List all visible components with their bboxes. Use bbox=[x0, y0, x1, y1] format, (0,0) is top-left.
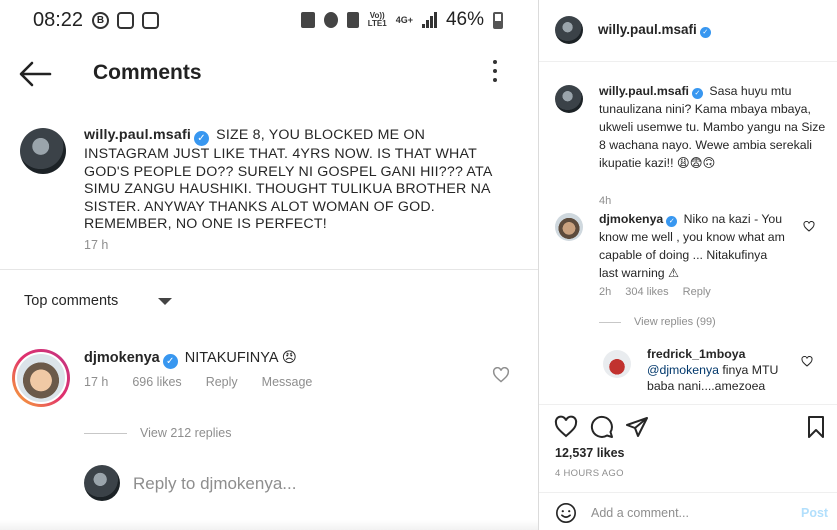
volte-indicator: Vo)) LTE1 bbox=[367, 11, 387, 28]
comment-time: 2h bbox=[599, 286, 612, 298]
post-actions: 12,537 likes 4 HOURS AGO bbox=[539, 404, 837, 492]
message-button[interactable]: Message bbox=[262, 375, 313, 389]
heart-icon[interactable] bbox=[803, 221, 815, 232]
signal-icon bbox=[421, 12, 437, 28]
reply-button[interactable]: Reply bbox=[206, 375, 238, 389]
heart-icon[interactable] bbox=[554, 415, 578, 439]
verified-icon: ✓ bbox=[194, 131, 210, 146]
comment-time: 17 h bbox=[84, 375, 109, 389]
sort-dropdown[interactable]: Top comments bbox=[24, 293, 118, 309]
post-header: willy.paul.msafi ✓ bbox=[539, 0, 837, 62]
add-comment-input[interactable]: Add a comment... bbox=[591, 506, 689, 520]
caption-time: 17 h bbox=[84, 238, 109, 252]
reply-input[interactable]: Reply to djmokenya... bbox=[133, 474, 296, 494]
caption-text-block: willy.paul.msafi ✓ SIZE 8, YOU BLOCKED ME… bbox=[84, 127, 514, 234]
verified-icon: ✓ bbox=[162, 354, 178, 369]
post-time: 4 HOURS AGO bbox=[555, 468, 624, 479]
mute-icon bbox=[346, 12, 359, 28]
verified-icon: ✓ bbox=[666, 216, 678, 227]
avatar[interactable] bbox=[555, 85, 583, 113]
caption-time: 4h bbox=[599, 195, 612, 207]
next-comment-edge bbox=[0, 520, 538, 530]
divider-line bbox=[84, 432, 127, 434]
battery-percent: 46% bbox=[445, 9, 484, 30]
post-sidebar: willy.paul.msafi ✓ willy.paul.msafi ✓ Sasa… bbox=[538, 0, 837, 530]
divider-line bbox=[599, 321, 621, 323]
view-replies-toggle[interactable]: View 212 replies bbox=[84, 426, 232, 440]
view-replies-label: View 212 replies bbox=[140, 426, 232, 440]
reply-text-block: fredrick_1mboya @djmokenya finya MTU bab… bbox=[647, 346, 787, 394]
avatar[interactable] bbox=[12, 349, 70, 407]
caption-username[interactable]: willy.paul.msafi bbox=[84, 127, 191, 143]
share-icon[interactable] bbox=[625, 415, 649, 439]
heart-icon[interactable] bbox=[801, 356, 813, 367]
post-caption: willy.paul.msafi ✓ SIZE 8, YOU BLOCKED ME… bbox=[0, 118, 538, 270]
page-title: Comments bbox=[93, 61, 202, 84]
comment-text: NITAKUFINYA 😠 bbox=[184, 350, 297, 366]
reply-username[interactable]: fredrick_1mboya bbox=[647, 347, 745, 361]
bookmark-icon[interactable] bbox=[804, 415, 828, 439]
header-username-wrap: willy.paul.msafi ✓ bbox=[598, 22, 714, 38]
reply-composer: Reply to djmokenya... bbox=[0, 462, 538, 506]
likes-count[interactable]: 12,537 likes bbox=[555, 446, 625, 460]
avatar[interactable] bbox=[555, 213, 583, 241]
comment-text-block: djmokenya ✓ NITAKUFINYA 😠 bbox=[84, 350, 297, 369]
bitcoin-icon: B bbox=[92, 12, 109, 29]
avatar[interactable] bbox=[20, 128, 66, 174]
comment-meta: 2h 304 likes Reply bbox=[599, 286, 711, 298]
add-comment-bar: Add a comment... Post bbox=[539, 492, 837, 530]
verified-icon: ✓ bbox=[691, 88, 703, 99]
caption-text-block: willy.paul.msafi ✓ Sasa huyu mtu tunauliz… bbox=[599, 82, 835, 172]
avatar[interactable] bbox=[603, 350, 631, 378]
instagram-icon bbox=[117, 12, 134, 29]
notification-icons: B bbox=[92, 12, 159, 29]
smile-icon[interactable] bbox=[555, 502, 577, 524]
status-bar: 08:22 B Vo)) LTE1 4G+ 46% bbox=[0, 0, 538, 40]
comment-likes[interactable]: 696 likes bbox=[132, 375, 181, 389]
gallery-icon bbox=[142, 12, 159, 29]
comment-likes[interactable]: 304 likes bbox=[625, 286, 668, 298]
more-options-icon[interactable] bbox=[488, 60, 502, 86]
avatar bbox=[84, 465, 120, 501]
comment-icon[interactable] bbox=[590, 415, 614, 439]
post-button[interactable]: Post bbox=[801, 506, 828, 520]
verified-icon: ✓ bbox=[699, 27, 711, 38]
comments-scroll[interactable]: willy.paul.msafi ✓ Sasa huyu mtu tunauliz… bbox=[539, 62, 837, 404]
heart-icon[interactable] bbox=[492, 367, 510, 383]
comment-username[interactable]: djmokenya bbox=[84, 350, 160, 366]
caption-username[interactable]: willy.paul.msafi bbox=[599, 84, 689, 98]
chevron-down-icon[interactable] bbox=[158, 298, 172, 305]
alarm-icon bbox=[323, 12, 338, 28]
comment-item: djmokenya ✓ NITAKUFINYA 😠 17 h 696 likes … bbox=[0, 343, 538, 423]
comment-username[interactable]: djmokenya bbox=[599, 212, 663, 226]
lock-icon bbox=[300, 12, 315, 28]
header-username[interactable]: willy.paul.msafi bbox=[598, 22, 697, 37]
comment-meta: 17 h 696 likes Reply Message bbox=[84, 375, 312, 389]
status-right-icons: Vo)) LTE1 4G+ 46% bbox=[300, 9, 503, 31]
avatar[interactable] bbox=[555, 16, 583, 44]
view-replies-toggle[interactable]: View replies (99) bbox=[599, 316, 716, 328]
data-type-indicator: 4G+ bbox=[395, 15, 413, 25]
back-arrow-icon[interactable] bbox=[18, 60, 52, 88]
app-bar: Comments bbox=[0, 48, 538, 100]
comment-text-block: djmokenya ✓ Niko na kazi - You know me we… bbox=[599, 210, 789, 282]
view-replies-label: View replies (99) bbox=[634, 316, 716, 328]
battery-icon bbox=[493, 11, 503, 29]
reply-mention[interactable]: @djmokenya bbox=[647, 363, 719, 377]
reply-button[interactable]: Reply bbox=[683, 286, 711, 298]
status-time: 08:22 bbox=[33, 9, 84, 31]
phone-screenshot: 08:22 B Vo)) LTE1 4G+ 46% Comments willy.… bbox=[0, 0, 538, 530]
